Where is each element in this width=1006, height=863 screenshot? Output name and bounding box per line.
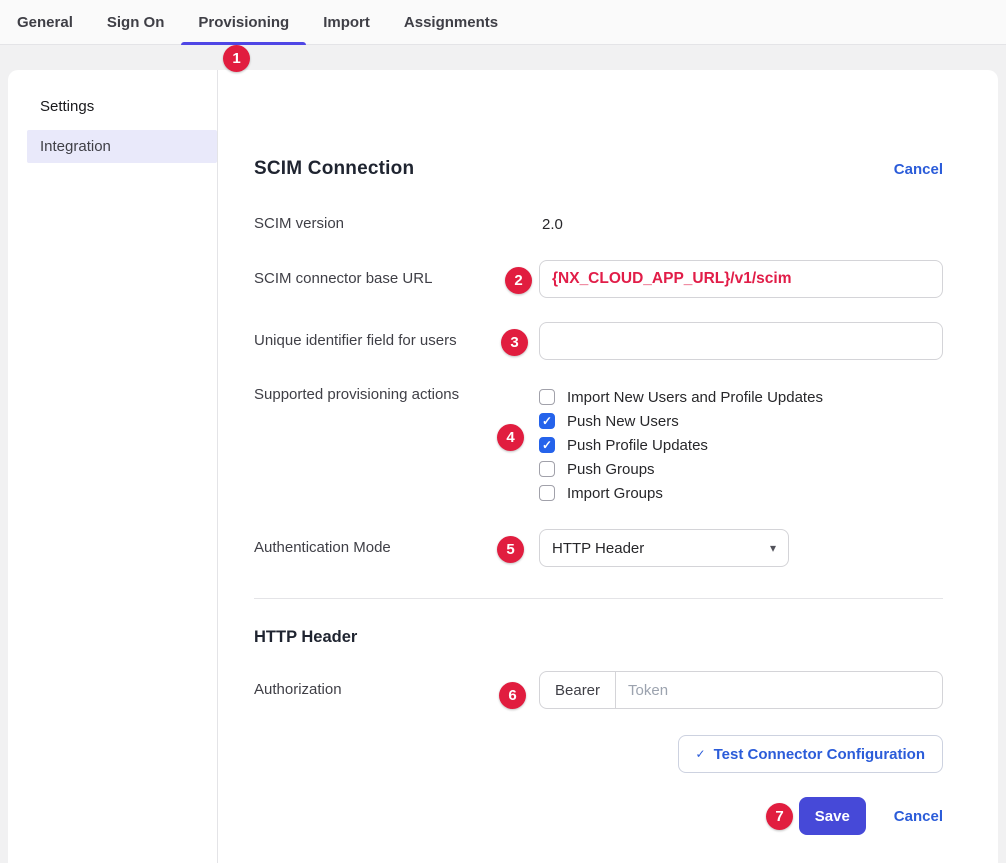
tab-general[interactable]: General — [0, 0, 90, 44]
bearer-prefix: Bearer — [539, 671, 616, 709]
checkbox-import-groups[interactable] — [539, 485, 555, 501]
auth-mode-select[interactable]: HTTP Header ▾ — [539, 529, 789, 567]
auth-mode-selected-value: HTTP Header — [552, 540, 644, 557]
auth-mode-row: Authentication Mode HTTP Header ▾ — [254, 529, 943, 567]
base-url-input[interactable] — [539, 260, 943, 298]
test-connector-row: ✓ Test Connector Configuration — [254, 735, 943, 773]
scim-version-row: SCIM version 2.0 — [254, 214, 943, 234]
provisioning-actions-label: Supported provisioning actions — [254, 385, 539, 405]
annotation-badge-3: 3 — [501, 329, 528, 356]
save-button[interactable]: Save — [799, 797, 866, 835]
checkbox-label: Import Groups — [567, 485, 663, 502]
checkbox-label: Import New Users and Profile Updates — [567, 389, 823, 406]
tab-provisioning[interactable]: Provisioning — [181, 0, 306, 44]
tab-assignments[interactable]: Assignments — [387, 0, 515, 44]
annotation-badge-4: 4 — [497, 424, 524, 451]
checkbox-push-new-users[interactable] — [539, 413, 555, 429]
checkbox-import-new-users[interactable] — [539, 389, 555, 405]
sidebar-item-integration[interactable]: Integration — [27, 130, 217, 163]
page-title: SCIM Connection — [254, 158, 414, 180]
test-connector-button-label: Test Connector Configuration — [714, 746, 925, 763]
annotation-badge-5: 5 — [497, 536, 524, 563]
base-url-label: SCIM connector base URL — [254, 269, 539, 289]
provisioning-actions-row: Supported provisioning actions Import Ne… — [254, 385, 943, 505]
authorization-input-group: Bearer — [539, 671, 943, 709]
unique-id-label: Unique identifier field for users — [254, 331, 539, 351]
checkbox-label: Push Profile Updates — [567, 437, 708, 454]
sidebar-heading: Settings — [8, 98, 217, 115]
check-icon: ✓ — [696, 747, 706, 761]
scim-version-value: 2.0 — [539, 216, 943, 233]
annotation-badge-2: 2 — [505, 267, 532, 294]
authorization-label: Authorization — [254, 680, 539, 700]
token-input[interactable] — [616, 671, 943, 709]
provisioning-actions-list: Import New Users and Profile Updates Pus… — [539, 385, 943, 505]
test-connector-button[interactable]: ✓ Test Connector Configuration — [678, 735, 943, 773]
checkbox-row-import-new-users[interactable]: Import New Users and Profile Updates — [539, 385, 943, 409]
app-tabbar: General Sign On Provisioning Import Assi… — [0, 0, 1006, 45]
annotation-badge-6: 6 — [499, 682, 526, 709]
unique-id-row: Unique identifier field for users — [254, 322, 943, 360]
section-header: SCIM Connection Cancel — [254, 158, 943, 180]
checkbox-row-push-new-users[interactable]: Push New Users — [539, 409, 943, 433]
base-url-row: SCIM connector base URL — [254, 260, 943, 298]
checkbox-label: Push Groups — [567, 461, 655, 478]
settings-sidebar: Settings Integration — [8, 70, 218, 863]
section-divider — [254, 598, 943, 599]
tab-import[interactable]: Import — [306, 0, 387, 44]
checkbox-row-push-groups[interactable]: Push Groups — [539, 457, 943, 481]
http-header-section-title: HTTP Header — [254, 628, 943, 647]
chevron-down-icon: ▾ — [770, 541, 776, 555]
checkbox-label: Push New Users — [567, 413, 679, 430]
tab-sign-on[interactable]: Sign On — [90, 0, 182, 44]
cancel-button[interactable]: Cancel — [894, 808, 943, 825]
form-actions-row: Save Cancel — [254, 797, 943, 835]
content-card: Settings Integration SCIM Connection Can… — [8, 70, 998, 863]
authorization-row: Authorization Bearer — [254, 671, 943, 709]
checkbox-row-import-groups[interactable]: Import Groups — [539, 481, 943, 505]
checkbox-push-groups[interactable] — [539, 461, 555, 477]
unique-id-input[interactable] — [539, 322, 943, 360]
checkbox-push-profile-updates[interactable] — [539, 437, 555, 453]
annotation-badge-7: 7 — [766, 803, 793, 830]
scim-version-label: SCIM version — [254, 214, 539, 234]
main-panel: SCIM Connection Cancel SCIM version 2.0 … — [218, 70, 998, 863]
annotation-badge-1: 1 — [223, 45, 250, 72]
checkbox-row-push-profile-updates[interactable]: Push Profile Updates — [539, 433, 943, 457]
cancel-link-top[interactable]: Cancel — [894, 161, 943, 178]
